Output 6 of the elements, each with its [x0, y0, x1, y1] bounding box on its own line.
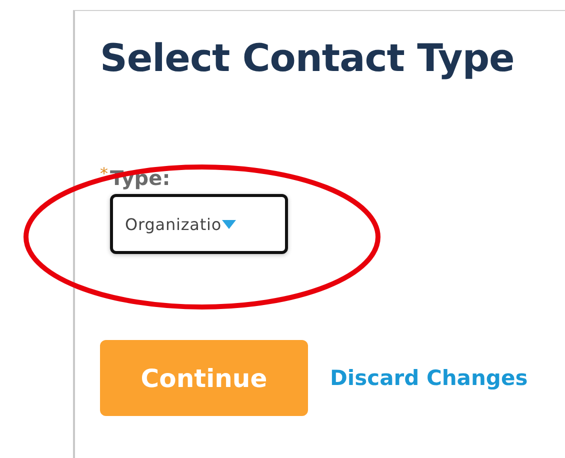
type-dropdown[interactable]: Organizatio [110, 194, 288, 254]
continue-button[interactable]: Continue [100, 340, 308, 416]
page-title: Select Contact Type [100, 36, 516, 80]
required-mark: * [100, 166, 108, 182]
discard-link[interactable]: Discard Changes [330, 366, 528, 390]
caret-icon [222, 220, 236, 228]
